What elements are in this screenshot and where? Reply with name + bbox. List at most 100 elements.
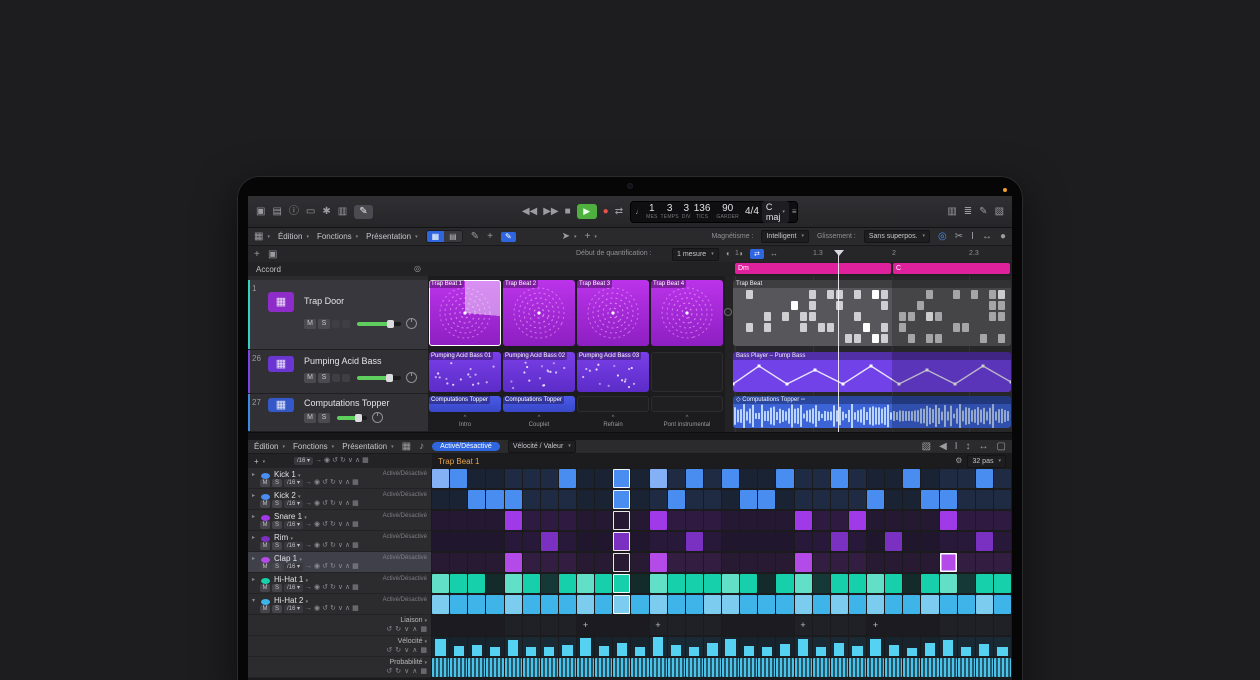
step-cell[interactable] [613, 469, 630, 488]
step-cell[interactable] [432, 532, 449, 551]
velocity-bar[interactable] [725, 639, 735, 656]
tempo-display[interactable]: 90GARDER [716, 204, 739, 220]
step-cell[interactable] [450, 511, 467, 530]
step-cell[interactable] [976, 553, 993, 572]
step-cell[interactable] [740, 637, 757, 656]
step-cell[interactable] [686, 490, 703, 509]
arrow-right-icon[interactable]: → [305, 479, 312, 487]
pencil-tool-icon[interactable]: ✎ [471, 232, 479, 242]
step-cell[interactable] [450, 637, 467, 656]
grid-small-icon[interactable]: ▦ [362, 457, 369, 465]
step-cell[interactable] [704, 553, 721, 572]
step-cell[interactable] [921, 574, 938, 593]
step-cell[interactable] [486, 511, 503, 530]
expand-icon[interactable]: ▸ [252, 576, 255, 583]
row-rate-box[interactable]: /16 ▾ [284, 521, 303, 529]
step-cell[interactable] [505, 637, 522, 656]
grid-small-icon[interactable]: ▦ [352, 563, 359, 571]
step-cell[interactable] [940, 658, 957, 677]
step-cell[interactable] [776, 490, 793, 509]
step-cell[interactable] [704, 595, 721, 614]
expand-icon[interactable]: ▸ [252, 492, 255, 499]
step-cell[interactable] [940, 469, 957, 488]
play-button[interactable]: ▶ [577, 204, 597, 219]
velocity-bar[interactable] [744, 646, 754, 656]
row-header[interactable]: ▸Snare 1 ▾Activé/DésactivéMS/16 ▾→◉↺↻∨∧▦ [248, 510, 431, 531]
volume-slider[interactable] [337, 416, 367, 420]
chord-region[interactable]: C [893, 263, 1010, 274]
step-cell[interactable] [450, 553, 467, 572]
up-icon[interactable]: ∧ [355, 457, 360, 465]
probability-block[interactable] [523, 658, 540, 677]
step-cell[interactable] [976, 532, 993, 551]
step-cell[interactable] [468, 595, 485, 614]
scene-trigger[interactable]: ^Intro [429, 416, 501, 431]
step-cell[interactable] [740, 574, 757, 593]
step-cell[interactable] [722, 616, 739, 635]
step-cell[interactable] [758, 511, 775, 530]
subrow-name[interactable]: Vélocité ▾ [398, 638, 427, 645]
velocity-bar[interactable] [925, 643, 935, 656]
row-rate-box[interactable]: /16 ▾ [284, 500, 303, 508]
live-loops-cell[interactable] [651, 396, 723, 412]
step-cell[interactable] [595, 616, 612, 635]
step-cell[interactable] [867, 469, 884, 488]
seq-menu-presentation[interactable]: Présentation▾ [342, 442, 393, 451]
step-cell[interactable] [903, 616, 920, 635]
step-cell[interactable] [668, 553, 685, 572]
add-row-menu[interactable]: +▾ [254, 457, 265, 466]
probability-block[interactable] [813, 658, 830, 677]
rotate-right-icon[interactable]: ↻ [330, 563, 336, 571]
down-icon[interactable]: ∨ [404, 647, 409, 655]
velocity-bar[interactable] [780, 644, 790, 656]
step-cell[interactable] [577, 490, 594, 509]
step-cell[interactable] [958, 553, 975, 572]
step-cell[interactable] [885, 658, 902, 677]
track-name[interactable]: Computations Topper [304, 398, 389, 408]
down-icon[interactable]: ∨ [348, 457, 353, 465]
row-solo-button[interactable]: S [272, 479, 282, 487]
live-loops-cell[interactable]: Pumping Acid Bass 03 [577, 352, 649, 392]
step-cell[interactable] [577, 574, 594, 593]
velocity-bar[interactable] [653, 637, 663, 656]
live-loops-cell[interactable] [651, 352, 723, 392]
step-cell[interactable] [994, 616, 1011, 635]
step-cell[interactable] [849, 511, 866, 530]
live-loops-cell[interactable]: Trap Beat 4 [651, 280, 723, 346]
step-cell[interactable] [849, 490, 866, 509]
bar-ruler[interactable]: 11.322.3 [733, 246, 1012, 262]
step-cell[interactable] [468, 532, 485, 551]
step-cell[interactable] [776, 574, 793, 593]
step-cell[interactable] [595, 469, 612, 488]
step-cell[interactable] [559, 511, 576, 530]
step-cell[interactable] [958, 532, 975, 551]
step-cell[interactable] [486, 469, 503, 488]
step-cell[interactable] [450, 532, 467, 551]
input-monitor-icon[interactable] [332, 374, 340, 382]
step-cell[interactable] [885, 532, 902, 551]
step-cell[interactable] [450, 490, 467, 509]
grid-small-icon[interactable]: ▦ [352, 605, 359, 613]
probability-block[interactable] [668, 658, 685, 677]
step-cell[interactable] [650, 469, 667, 488]
input-monitor-icon[interactable] [332, 320, 340, 328]
step-cell[interactable] [505, 658, 522, 677]
step-cell[interactable] [595, 574, 612, 593]
step-cell[interactable] [559, 532, 576, 551]
editors-icon[interactable]: ✎ [354, 205, 372, 219]
step-cell[interactable] [776, 511, 793, 530]
step-cell[interactable] [795, 658, 812, 677]
step-cell[interactable] [976, 469, 993, 488]
step-cell[interactable] [903, 511, 920, 530]
seq-window-icon[interactable]: ▢ [997, 442, 1006, 452]
add-track-icon[interactable]: + [254, 250, 260, 260]
up-icon[interactable]: ∧ [345, 542, 350, 550]
step-cell[interactable] [595, 658, 612, 677]
probability-block[interactable] [450, 658, 467, 677]
step-cell[interactable] [994, 532, 1011, 551]
step-cell[interactable] [631, 616, 648, 635]
step-cell[interactable] [432, 490, 449, 509]
chord-region[interactable]: Dm [735, 263, 891, 274]
step-cell[interactable] [668, 595, 685, 614]
bell-icon[interactable]: ✎ [979, 207, 987, 217]
